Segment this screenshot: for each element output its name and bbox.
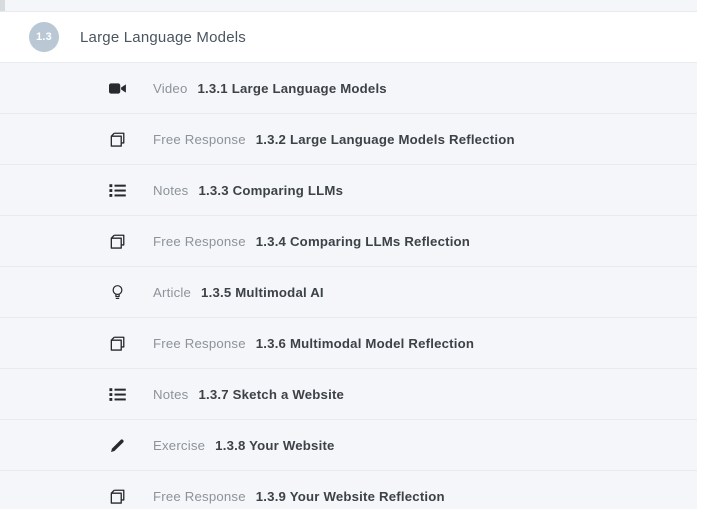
lesson-type-label: Video: [153, 81, 188, 96]
scroll-notch: [0, 0, 5, 11]
copy-icon: [108, 130, 126, 148]
list-icon: [108, 385, 126, 403]
lesson-title: 1.3.1 Large Language Models: [198, 81, 387, 96]
lesson-title: 1.3.2 Large Language Models Reflection: [256, 132, 515, 147]
lesson-table: 1.3 Large Language Models Video 1.3.1 La…: [0, 0, 697, 509]
module-title: Large Language Models: [80, 29, 246, 46]
lesson-type-label: Free Response: [153, 132, 246, 147]
list-icon: [108, 181, 126, 199]
previous-row-edge: [0, 0, 697, 12]
lesson-title: 1.3.8 Your Website: [215, 438, 334, 453]
lesson-row[interactable]: Free Response 1.3.6 Multimodal Model Ref…: [0, 318, 697, 369]
copy-icon: [108, 487, 126, 505]
lesson-row[interactable]: Free Response 1.3.9 Your Website Reflect…: [0, 471, 697, 509]
lesson-title: 1.3.4 Comparing LLMs Reflection: [256, 234, 470, 249]
lesson-type-label: Notes: [153, 183, 188, 198]
lesson-type-label: Free Response: [153, 336, 246, 351]
lesson-title: 1.3.5 Multimodal AI: [201, 285, 324, 300]
lesson-title: 1.3.7 Sketch a Website: [198, 387, 344, 402]
lesson-title: 1.3.9 Your Website Reflection: [256, 489, 445, 504]
module-header-row[interactable]: 1.3 Large Language Models: [0, 12, 697, 63]
curriculum-section: 1.3 Large Language Models Video 1.3.1 La…: [0, 0, 701, 509]
video-icon: [108, 79, 126, 97]
lesson-row[interactable]: Article 1.3.5 Multimodal AI: [0, 267, 697, 318]
lesson-type-label: Article: [153, 285, 191, 300]
lesson-title: 1.3.3 Comparing LLMs: [198, 183, 343, 198]
lesson-row[interactable]: Video 1.3.1 Large Language Models: [0, 63, 697, 114]
module-number-badge: 1.3: [29, 22, 59, 52]
lesson-type-label: Exercise: [153, 438, 205, 453]
lesson-type-label: Free Response: [153, 489, 246, 504]
lesson-title: 1.3.6 Multimodal Model Reflection: [256, 336, 474, 351]
lesson-row[interactable]: Exercise 1.3.8 Your Website: [0, 420, 697, 471]
lesson-row[interactable]: Free Response 1.3.4 Comparing LLMs Refle…: [0, 216, 697, 267]
lesson-type-label: Notes: [153, 387, 188, 402]
lesson-type-label: Free Response: [153, 234, 246, 249]
copy-icon: [108, 334, 126, 352]
lesson-row[interactable]: Notes 1.3.7 Sketch a Website: [0, 369, 697, 420]
copy-icon: [108, 232, 126, 250]
lesson-row[interactable]: Free Response 1.3.2 Large Language Model…: [0, 114, 697, 165]
lightbulb-icon: [108, 283, 126, 301]
lesson-row[interactable]: Notes 1.3.3 Comparing LLMs: [0, 165, 697, 216]
pencil-icon: [108, 436, 126, 454]
lesson-list: Video 1.3.1 Large Language Models Free R…: [0, 63, 697, 509]
